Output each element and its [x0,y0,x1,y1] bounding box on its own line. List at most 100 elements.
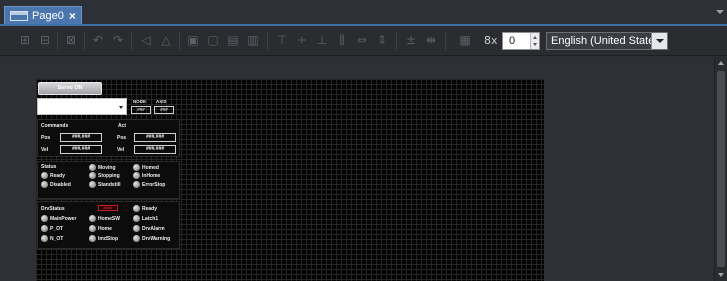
language-value: English (United States) [551,35,664,47]
grid-icon[interactable]: ▦ [458,33,472,47]
stepper-down-icon[interactable] [533,43,537,46]
drv-ready: Ready [142,206,158,212]
status-standstill: Standstill [98,182,121,188]
chevron-down-icon[interactable] [651,33,667,49]
scroll-up-icon[interactable] [718,61,724,65]
axis-combo[interactable] [37,98,127,115]
flip-vertical-icon[interactable]: △ [159,33,173,47]
status-led [89,172,96,179]
drv-alarm: DrvAlarm [142,226,165,232]
cmd-pos-label: Pos [41,135,51,141]
cmd-pos-value: ###.### [60,133,102,142]
status-led [41,181,48,188]
same-width-icon[interactable]: ⇕ [375,33,389,47]
flip-icon[interactable]: ◁ [139,33,153,47]
align-center-icon[interactable]: ⊟ [38,33,52,47]
toolbar-separator [445,32,446,50]
act-vel-value: ###.### [134,145,176,154]
tab-overflow-icon[interactable] [716,10,724,14]
bring-front-icon[interactable]: ▣ [186,33,200,47]
status-led [133,164,140,171]
drv-latch1: Latch1 [142,216,159,222]
node-value: ### [131,106,151,114]
chevron-down-icon[interactable] [119,106,123,109]
drv-p-ot: P_OT [50,226,64,232]
axis-value: ### [154,106,174,114]
zoom-stepper[interactable]: 0 [502,32,540,50]
drv-led [133,225,140,232]
drv-led [41,235,48,242]
drv-led [41,215,48,222]
act-vel-label: Vel [117,147,125,153]
cmd-vel-label: Vel [41,147,49,153]
status-label: Status [41,164,57,170]
align-top-icon[interactable]: ⊤ [275,33,289,47]
same-height-icon[interactable]: ± [404,33,418,47]
tab-page0[interactable]: Page0 × [4,6,82,25]
drv-n-ot: N_OT [50,236,64,242]
distribute-horizontal-icon[interactable]: ⫼ [335,33,349,47]
act-label: Act [118,123,127,129]
stepper-up-icon[interactable] [533,36,537,39]
drv-led [41,225,48,232]
status-moving: Moving [98,165,116,171]
status-section: Status Ready Moving Homed Disabled Stopp… [37,161,180,199]
drv-mainpower: MainPower [50,216,77,222]
align-left-icon[interactable]: ⊞ [18,33,32,47]
scroll-down-icon[interactable] [718,273,724,277]
drv-led [133,235,140,242]
toolbar-separator [267,32,268,50]
drv-led [89,225,96,232]
zoom-label: 8x [484,34,498,47]
scroll-thumb[interactable] [717,71,725,267]
servo-on-button[interactable]: Servo ON [38,82,102,95]
tab-title: Page0 [32,10,64,22]
status-stopping: Stopping [98,173,120,179]
page-icon [10,11,28,21]
act-pos-label: Pos [117,135,127,141]
status-led [133,172,140,179]
vertical-scrollbar[interactable] [714,57,727,281]
status-ready: Ready [50,173,66,179]
status-led [89,181,96,188]
drv-home: Home [98,226,112,232]
drv-warning: DrvWarning [142,236,171,242]
zoom-value: 0 [509,35,516,47]
toolbar: ⊞ ⊟ ⊠ ↶ ↷ ◁ △ ▣ ▢ ▤ ▥ ⊤ ÷ ⊥ ⫼ ⇔ ⇕ ± ⇼ ▦ … [0,26,727,56]
close-icon[interactable]: × [69,9,76,23]
status-homed: Homed [142,165,159,171]
rotate-left-icon[interactable]: ↶ [91,33,105,47]
drv-led [89,215,96,222]
node-label: NODE [133,99,147,104]
same-size-icon[interactable]: ⇼ [424,33,438,47]
cmd-vel-value: ###.### [60,145,102,154]
commands-label: Commands [41,123,69,129]
stepper-arrows[interactable] [530,33,539,49]
status-led [89,164,96,171]
status-errorstop: ErrorStop [142,182,166,188]
toolbar-separator [131,32,132,50]
act-pos-value: ###.### [134,133,176,142]
axis-label: AXIS [156,99,167,104]
send-back-icon[interactable]: ▢ [206,33,220,47]
commands-section: Commands Act Pos ###.### Pos ###.### Vel… [37,119,180,157]
drv-led [89,235,96,242]
language-select[interactable]: English (United States) [546,32,668,50]
drv-led [133,205,140,212]
distribute-vertical-icon[interactable]: ⇔ [355,33,369,47]
group-icon[interactable]: ▤ [226,33,240,47]
toolbar-separator [179,32,180,50]
status-led [41,172,48,179]
tab-bar: Page0 × [0,0,727,26]
drv-homesw: HomeSW [98,216,120,222]
drv-error-code: #### [98,205,118,211]
drv-led [133,215,140,222]
align-bottom-icon[interactable]: ⊥ [315,33,329,47]
status-disabled: Disabled [50,182,71,188]
toolbar-separator [84,32,85,50]
drv-status-label: DrvStatus [41,206,65,212]
ungroup-icon[interactable]: ▥ [246,33,260,47]
align-middle-icon[interactable]: ÷ [295,33,309,47]
align-right-icon[interactable]: ⊠ [64,33,78,47]
rotate-right-icon[interactable]: ↷ [111,33,125,47]
